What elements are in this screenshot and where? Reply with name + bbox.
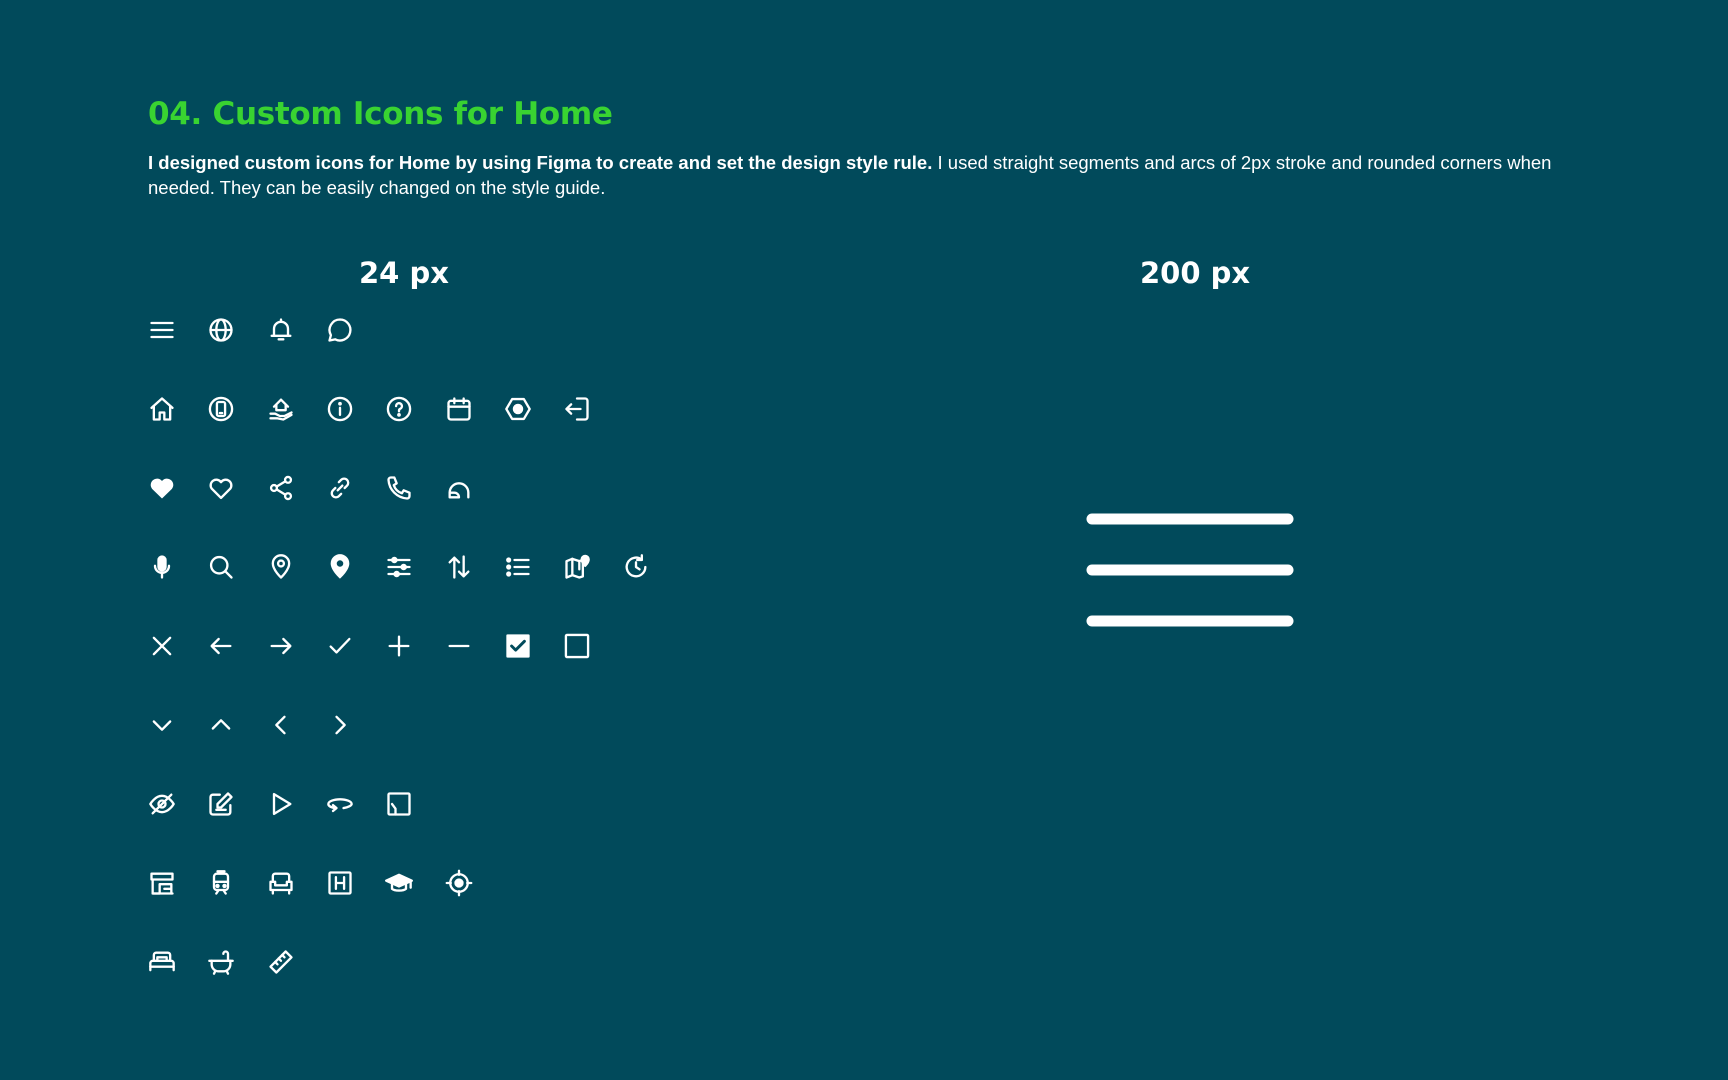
check-icon <box>326 632 354 660</box>
phone-icon <box>385 474 413 502</box>
ruler-icon <box>267 948 295 976</box>
home-icon <box>148 395 176 423</box>
edit-icon <box>207 790 235 818</box>
education-icon <box>385 869 414 897</box>
bed-icon <box>148 948 176 976</box>
map-pin-icon <box>563 553 591 581</box>
history-icon <box>622 553 650 581</box>
sofa-icon <box>267 869 295 897</box>
location-pin-outline-icon <box>267 553 295 581</box>
calendar-icon <box>445 395 473 423</box>
plus-icon <box>385 632 413 660</box>
heart-filled-icon <box>148 474 176 502</box>
list-icon <box>504 553 532 581</box>
train-icon <box>207 869 235 897</box>
heart-outline-icon <box>207 474 235 502</box>
floor-plan-icon <box>385 790 413 818</box>
hospital-icon <box>326 869 354 897</box>
bathtub-icon <box>207 948 235 976</box>
play-icon <box>267 790 295 818</box>
share-icon <box>267 474 295 502</box>
rotate-360-icon <box>326 790 354 818</box>
icon-grid <box>148 0 708 1000</box>
chevron-right-icon <box>326 711 354 739</box>
eye-off-icon <box>148 790 176 818</box>
chevron-down-icon <box>148 711 176 739</box>
microphone-icon <box>148 553 176 581</box>
help-icon <box>385 395 413 423</box>
info-icon <box>326 395 354 423</box>
bell-icon <box>267 316 295 344</box>
large-menu-icon <box>1086 513 1294 627</box>
globe-icon <box>207 316 235 344</box>
chat-bubble-icon <box>326 316 354 344</box>
menu-icon <box>148 316 176 344</box>
large-size-heading: 200 px <box>1140 256 1251 290</box>
search-icon <box>207 553 235 581</box>
minus-icon <box>445 632 473 660</box>
arrow-right-icon <box>267 632 295 660</box>
settings-hexagon-icon <box>504 395 532 423</box>
logout-icon <box>563 395 591 423</box>
sort-arrows-icon <box>445 553 473 581</box>
checkbox-checked-icon <box>504 632 532 660</box>
home-hand-icon <box>267 395 295 423</box>
headset-icon <box>445 474 473 502</box>
close-icon <box>148 632 176 660</box>
chevron-up-icon <box>207 711 235 739</box>
link-icon <box>326 474 354 502</box>
arrow-left-icon <box>207 632 235 660</box>
store-icon <box>148 869 176 897</box>
sliders-icon <box>385 553 413 581</box>
checkbox-empty-icon <box>563 632 591 660</box>
target-icon <box>445 869 473 897</box>
location-pin-filled-icon <box>326 553 354 581</box>
chevron-left-icon <box>267 711 295 739</box>
mobile-device-icon <box>207 395 235 423</box>
